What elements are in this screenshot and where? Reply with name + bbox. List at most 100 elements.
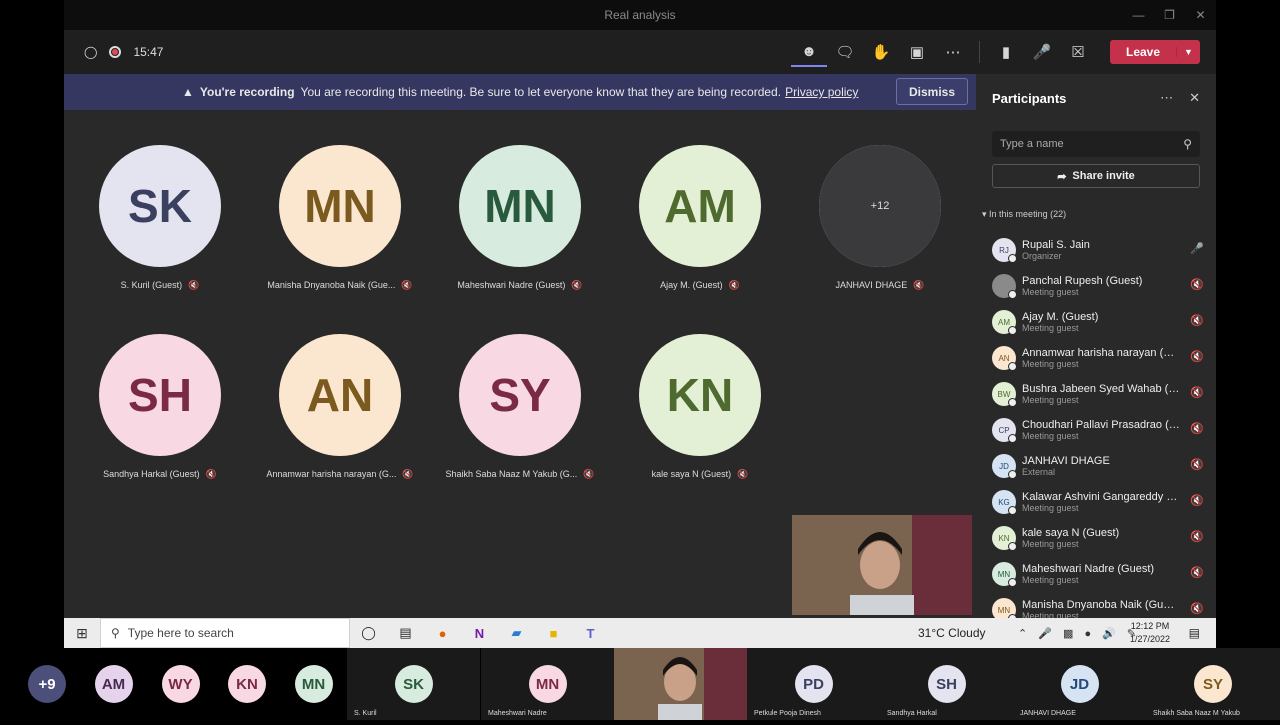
avatar: AN [992, 346, 1017, 371]
participant-tile[interactable]: SY Shaikh Saba Naaz M Yakub (G... 🔇 [430, 334, 610, 480]
section-label: In this meeting (22) [989, 209, 1067, 219]
share-invite-button[interactable]: ➦ Share invite [992, 164, 1200, 188]
participant-strip: +9 AM WY KN MN SK S. Kuril MN Maheshwari Nadre PD… [0, 648, 1280, 720]
mic-off-icon: 🔇 [401, 280, 413, 290]
reactions-button[interactable]: ✋ [863, 37, 899, 67]
participant-row[interactable]: JD JANHAVI DHAGE External 🔇 [992, 448, 1204, 484]
participants-panel: Participants ⋯ ✕ Type a name ⚲ ➦ Share i… [976, 74, 1216, 623]
avatar: PD [794, 665, 833, 703]
strip-participant[interactable]: JD JANHAVI DHAGE [1013, 648, 1146, 720]
strip-video-image [614, 648, 747, 720]
panel-more-icon[interactable]: ⋯ [1160, 90, 1173, 106]
participant-name: Rupali S. Jain [1022, 239, 1090, 251]
file-explorer-icon[interactable]: ■ [535, 626, 572, 641]
participant-tile[interactable]: KN kale saya N (Guest) 🔇 [610, 334, 790, 480]
strip-name: Maheshwari Nadre [488, 710, 547, 717]
mic-button[interactable]: 🎤 [1024, 37, 1060, 67]
participant-name-row: S. Kuril (Guest) 🔇 [70, 280, 250, 291]
strip-participant[interactable]: AM [80, 648, 147, 720]
taskbar-search-input[interactable]: ⚲ Type here to search [100, 618, 350, 648]
taskbar-clock[interactable]: 12:12 PM 1/27/2022 [1130, 620, 1170, 646]
teams-icon[interactable]: T [572, 626, 609, 641]
strip-participant[interactable] [614, 648, 747, 720]
maximize-button[interactable]: ❐ [1154, 0, 1185, 30]
meeting-toolbar: ◯ 15:47 ☻ 🗨 ✋ ▣ ⋯ ▮ 🎤 ☒ Leave ▼ [64, 30, 1216, 74]
avatar: WY [161, 665, 200, 703]
search-placeholder: Type a name [1000, 138, 1064, 150]
weather-widget[interactable]: 31°C Cloudy [918, 626, 986, 640]
more-actions-button[interactable]: ⋯ [935, 37, 971, 67]
mic-off-icon: 🔇 [205, 469, 217, 479]
mic-icon: 🎤 [1190, 243, 1204, 255]
participant-tile[interactable]: SK S. Kuril (Guest) 🔇 [70, 145, 250, 291]
avatar: SK [394, 665, 433, 703]
system-tray-icons[interactable]: ⌃ 🎤 ▩ ● 🔊 ✎ [1018, 627, 1140, 640]
strip-participant[interactable]: PD Petkule Pooja Dinesh [747, 648, 880, 720]
avatar: MN [528, 665, 567, 703]
app-icon[interactable]: ▰ [498, 625, 535, 641]
participant-name: Annamwar harisha narayan (G... [266, 469, 397, 479]
leave-chevron-icon[interactable]: ▼ [1176, 47, 1200, 57]
participant-tile[interactable]: MN Manisha Dnyanoba Naik (Gue... 🔇 [250, 145, 430, 291]
participant-name: Choudhari Pallavi Prasadrao (Gu... [1022, 419, 1180, 431]
share-screen-button[interactable]: ☒ [1060, 37, 1096, 67]
participant-name-row: Annamwar harisha narayan (G... 🔇 [250, 469, 430, 480]
firefox-icon[interactable]: ● [424, 626, 461, 641]
strip-participant[interactable]: SY Shaikh Saba Naaz M Yakub [1146, 648, 1280, 720]
participant-row[interactable]: CP Choudhari Pallavi Prasadrao (Gu... Meet… [992, 412, 1204, 448]
participant-row[interactable]: AM Ajay M. (Guest) Meeting guest 🔇 [992, 304, 1204, 340]
mic-off-icon: 🔇 [1190, 603, 1204, 615]
clock-time: 12:12 PM [1130, 621, 1170, 631]
panel-close-icon[interactable]: ✕ [1189, 90, 1200, 106]
participant-row[interactable]: AN Annamwar harisha narayan (Gue... Meetin… [992, 340, 1204, 376]
banner-message: You are recording this meeting. Be sure … [300, 85, 782, 99]
notification-icon[interactable]: ▤ [1189, 626, 1200, 640]
toolbar-divider [979, 41, 980, 63]
windows-taskbar: ⊞ ⚲ Type here to search ◯ ▤ ● N ▰ ■ T 31… [64, 618, 1216, 648]
participant-row[interactable]: Panchal Rupesh (Guest) Meeting guest 🔇 [992, 268, 1204, 304]
strip-participant[interactable]: MN Maheshwari Nadre [481, 648, 614, 720]
participant-role: Organizer [1022, 251, 1062, 261]
strip-participant[interactable]: SH Sandhya Harkal [880, 648, 1013, 720]
participant-row[interactable]: KG Kalawar Ashvini Gangareddy (G... Meetin… [992, 484, 1204, 520]
minimize-button[interactable]: — [1123, 0, 1154, 30]
dismiss-button[interactable]: Dismiss [896, 78, 968, 105]
participant-name: Shaikh Saba Naaz M Yakub (G... [445, 469, 578, 479]
participant-tile[interactable]: MN Maheshwari Nadre (Guest) 🔇 [430, 145, 610, 291]
participant-row[interactable]: RJ Rupali S. Jain Organizer 🎤 [992, 232, 1204, 268]
avatar: MN [459, 145, 581, 267]
participant-name-row: Sandhya Harkal (Guest) 🔇 [70, 469, 250, 480]
onenote-icon[interactable]: N [461, 626, 498, 641]
in-meeting-section-toggle[interactable]: ▾ In this meeting (22) [982, 209, 1066, 220]
participants-button[interactable]: ☻ [791, 37, 827, 67]
participant-tile[interactable]: AN Annamwar harisha narayan (G... 🔇 [250, 334, 430, 480]
strip-participant[interactable]: KN [214, 648, 280, 720]
participant-tile[interactable]: SH Sandhya Harkal (Guest) 🔇 [70, 334, 250, 480]
strip-participant[interactable]: MN [280, 648, 347, 720]
strip-participant[interactable]: +9 [14, 648, 80, 720]
leave-button[interactable]: Leave ▼ [1110, 40, 1200, 64]
more-participants-tile[interactable]: +12 [790, 145, 970, 267]
task-view-icon[interactable]: ▤ [387, 625, 424, 641]
participant-row[interactable]: BW Bushra Jabeen Syed Wahab (Gu... Meeting… [992, 376, 1204, 412]
privacy-policy-link[interactable]: Privacy policy [785, 85, 858, 99]
chat-button[interactable]: 🗨 [827, 37, 863, 67]
close-window-button[interactable]: ✕ [1185, 0, 1216, 30]
participant-name: Ajay M. (Guest) [1022, 311, 1099, 323]
avatar: AM [992, 310, 1017, 335]
strip-participant[interactable]: WY [147, 648, 214, 720]
mic-off-icon: 🔇 [1190, 279, 1204, 291]
participant-tile[interactable]: AM Ajay M. (Guest) 🔇 [610, 145, 790, 291]
rooms-button[interactable]: ▣ [899, 37, 935, 67]
participant-role: Meeting guest [1022, 395, 1079, 405]
avatar [992, 274, 1017, 299]
participant-row[interactable]: KN kale saya N (Guest) Meeting guest 🔇 [992, 520, 1204, 556]
windows-start-icon[interactable]: ⊞ [64, 625, 100, 642]
more-participants-count: +12 [819, 145, 941, 267]
participant-row[interactable]: MN Maheshwari Nadre (Guest) Meeting guest 🔇 [992, 556, 1204, 592]
participant-search-input[interactable]: Type a name ⚲ [992, 131, 1200, 157]
cortana-icon[interactable]: ◯ [350, 625, 387, 641]
camera-button[interactable]: ▮ [988, 37, 1024, 67]
strip-participant[interactable]: SK S. Kuril [347, 648, 480, 720]
participant-name: kale saya N (Guest) [1022, 527, 1120, 539]
